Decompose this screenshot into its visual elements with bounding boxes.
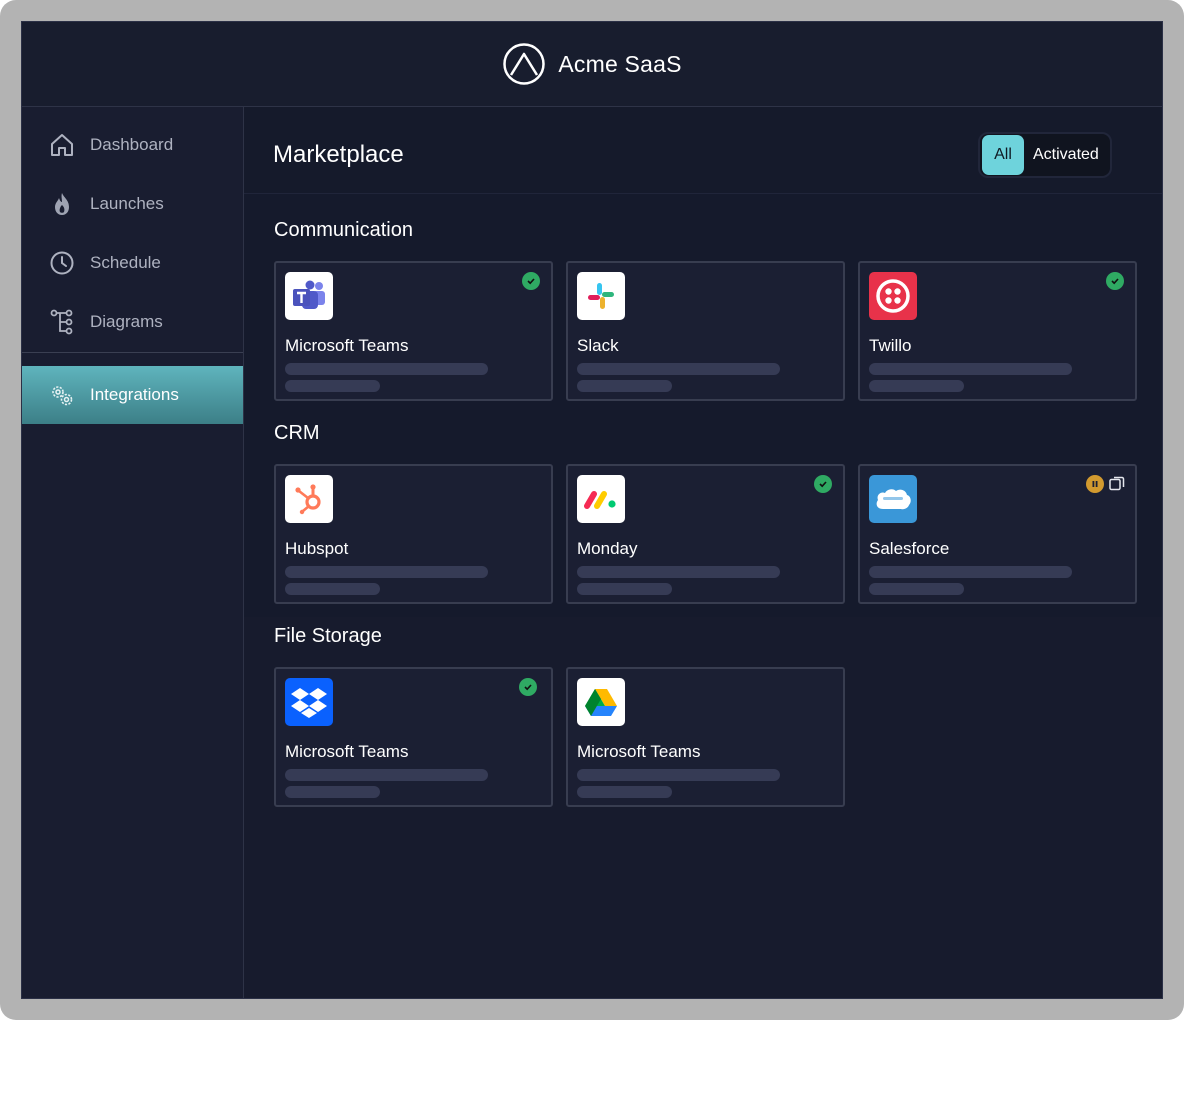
integration-card-slack[interactable]: Slack	[566, 261, 845, 401]
integration-card-hubspot[interactable]: Hubspot	[274, 464, 553, 604]
card-name: Slack	[577, 336, 619, 355]
sidebar-item-diagrams[interactable]: Diagrams	[22, 292, 243, 351]
salesforce-icon	[869, 475, 917, 523]
sidebar-item-label: Diagrams	[90, 311, 163, 331]
card-name: Microsoft Teams	[285, 336, 409, 355]
integration-card-twillo[interactable]: Twillo	[858, 261, 1137, 401]
card-name: Hubspot	[285, 539, 349, 558]
integration-card-microsoft-teams[interactable]: Microsoft Teams	[274, 261, 553, 401]
filter-toggle: All Activated	[978, 132, 1112, 178]
activated-check-icon	[1106, 272, 1124, 290]
activated-check-icon	[814, 475, 832, 493]
monday-icon	[577, 475, 625, 523]
placeholder-line	[577, 566, 780, 578]
sidebar: Dashboard Launches Schedule Diagrams Int…	[22, 107, 244, 998]
placeholder-line	[577, 786, 672, 798]
app-window: Acme SaaS Dashboard Launches Schedule Di…	[21, 21, 1163, 999]
placeholder-line	[285, 583, 380, 595]
activated-check-icon	[522, 272, 540, 290]
peak-logo-icon	[503, 43, 546, 85]
integration-card-salesforce[interactable]: Salesforce	[858, 464, 1137, 604]
placeholder-line	[869, 380, 964, 392]
placeholder-line	[577, 380, 672, 392]
copy-icon[interactable]	[1108, 475, 1126, 493]
placeholder-line	[285, 769, 488, 781]
placeholder-line	[285, 380, 380, 392]
microsoft-teams-icon	[285, 272, 333, 320]
card-name: Microsoft Teams	[285, 742, 409, 761]
placeholder-line	[285, 363, 488, 375]
placeholder-line	[577, 363, 780, 375]
paused-icon[interactable]	[1086, 475, 1104, 493]
section-title-file-storage: File Storage	[274, 625, 382, 647]
section-title-communication: Communication	[274, 219, 413, 241]
placeholder-line	[577, 583, 672, 595]
card-name: Microsoft Teams	[577, 742, 701, 761]
sidebar-item-schedule[interactable]: Schedule	[22, 233, 243, 292]
sidebar-item-label: Integrations	[90, 385, 179, 404]
sidebar-item-integrations[interactable]: Integrations	[22, 366, 243, 424]
app-title: Acme SaaS	[558, 50, 682, 77]
sidebar-item-label: Schedule	[90, 252, 161, 272]
tree-diagram-icon	[48, 308, 76, 336]
hubspot-icon	[285, 475, 333, 523]
page-header: Marketplace All Activated	[244, 107, 1162, 194]
sidebar-item-launches[interactable]: Launches	[22, 174, 243, 233]
page-title: Marketplace	[273, 141, 404, 168]
card-name: Salesforce	[869, 539, 950, 558]
twilio-icon	[869, 272, 917, 320]
sidebar-item-dashboard[interactable]: Dashboard	[22, 115, 243, 174]
placeholder-line	[869, 363, 1072, 375]
card-name: Monday	[577, 539, 638, 558]
integration-card-dropbox[interactable]: Microsoft Teams	[274, 667, 553, 807]
placeholder-line	[285, 786, 380, 798]
integration-card-monday[interactable]: Monday	[566, 464, 845, 604]
placeholder-line	[577, 769, 780, 781]
placeholder-line	[285, 566, 488, 578]
card-name: Twillo	[869, 336, 912, 355]
window-frame: Acme SaaS Dashboard Launches Schedule Di…	[0, 0, 1184, 1020]
activated-check-icon	[519, 678, 537, 696]
placeholder-line	[869, 583, 964, 595]
flame-icon	[48, 190, 76, 218]
gears-icon	[48, 381, 76, 409]
integration-card-google-drive[interactable]: Microsoft Teams	[566, 667, 845, 807]
sidebar-item-label: Launches	[90, 193, 164, 213]
dropbox-icon	[285, 678, 333, 726]
slack-icon	[577, 272, 625, 320]
google-drive-icon	[577, 678, 625, 726]
main-content: Marketplace All Activated Communication	[244, 107, 1162, 998]
placeholder-line	[869, 566, 1072, 578]
home-icon	[48, 131, 76, 159]
sidebar-item-label: Dashboard	[90, 134, 174, 154]
clock-icon	[48, 249, 76, 277]
section-title-crm: CRM	[274, 422, 320, 444]
filter-all-button[interactable]: All	[982, 135, 1024, 175]
top-bar: Acme SaaS	[22, 22, 1162, 107]
filter-activated-button[interactable]: Activated	[1024, 146, 1099, 164]
